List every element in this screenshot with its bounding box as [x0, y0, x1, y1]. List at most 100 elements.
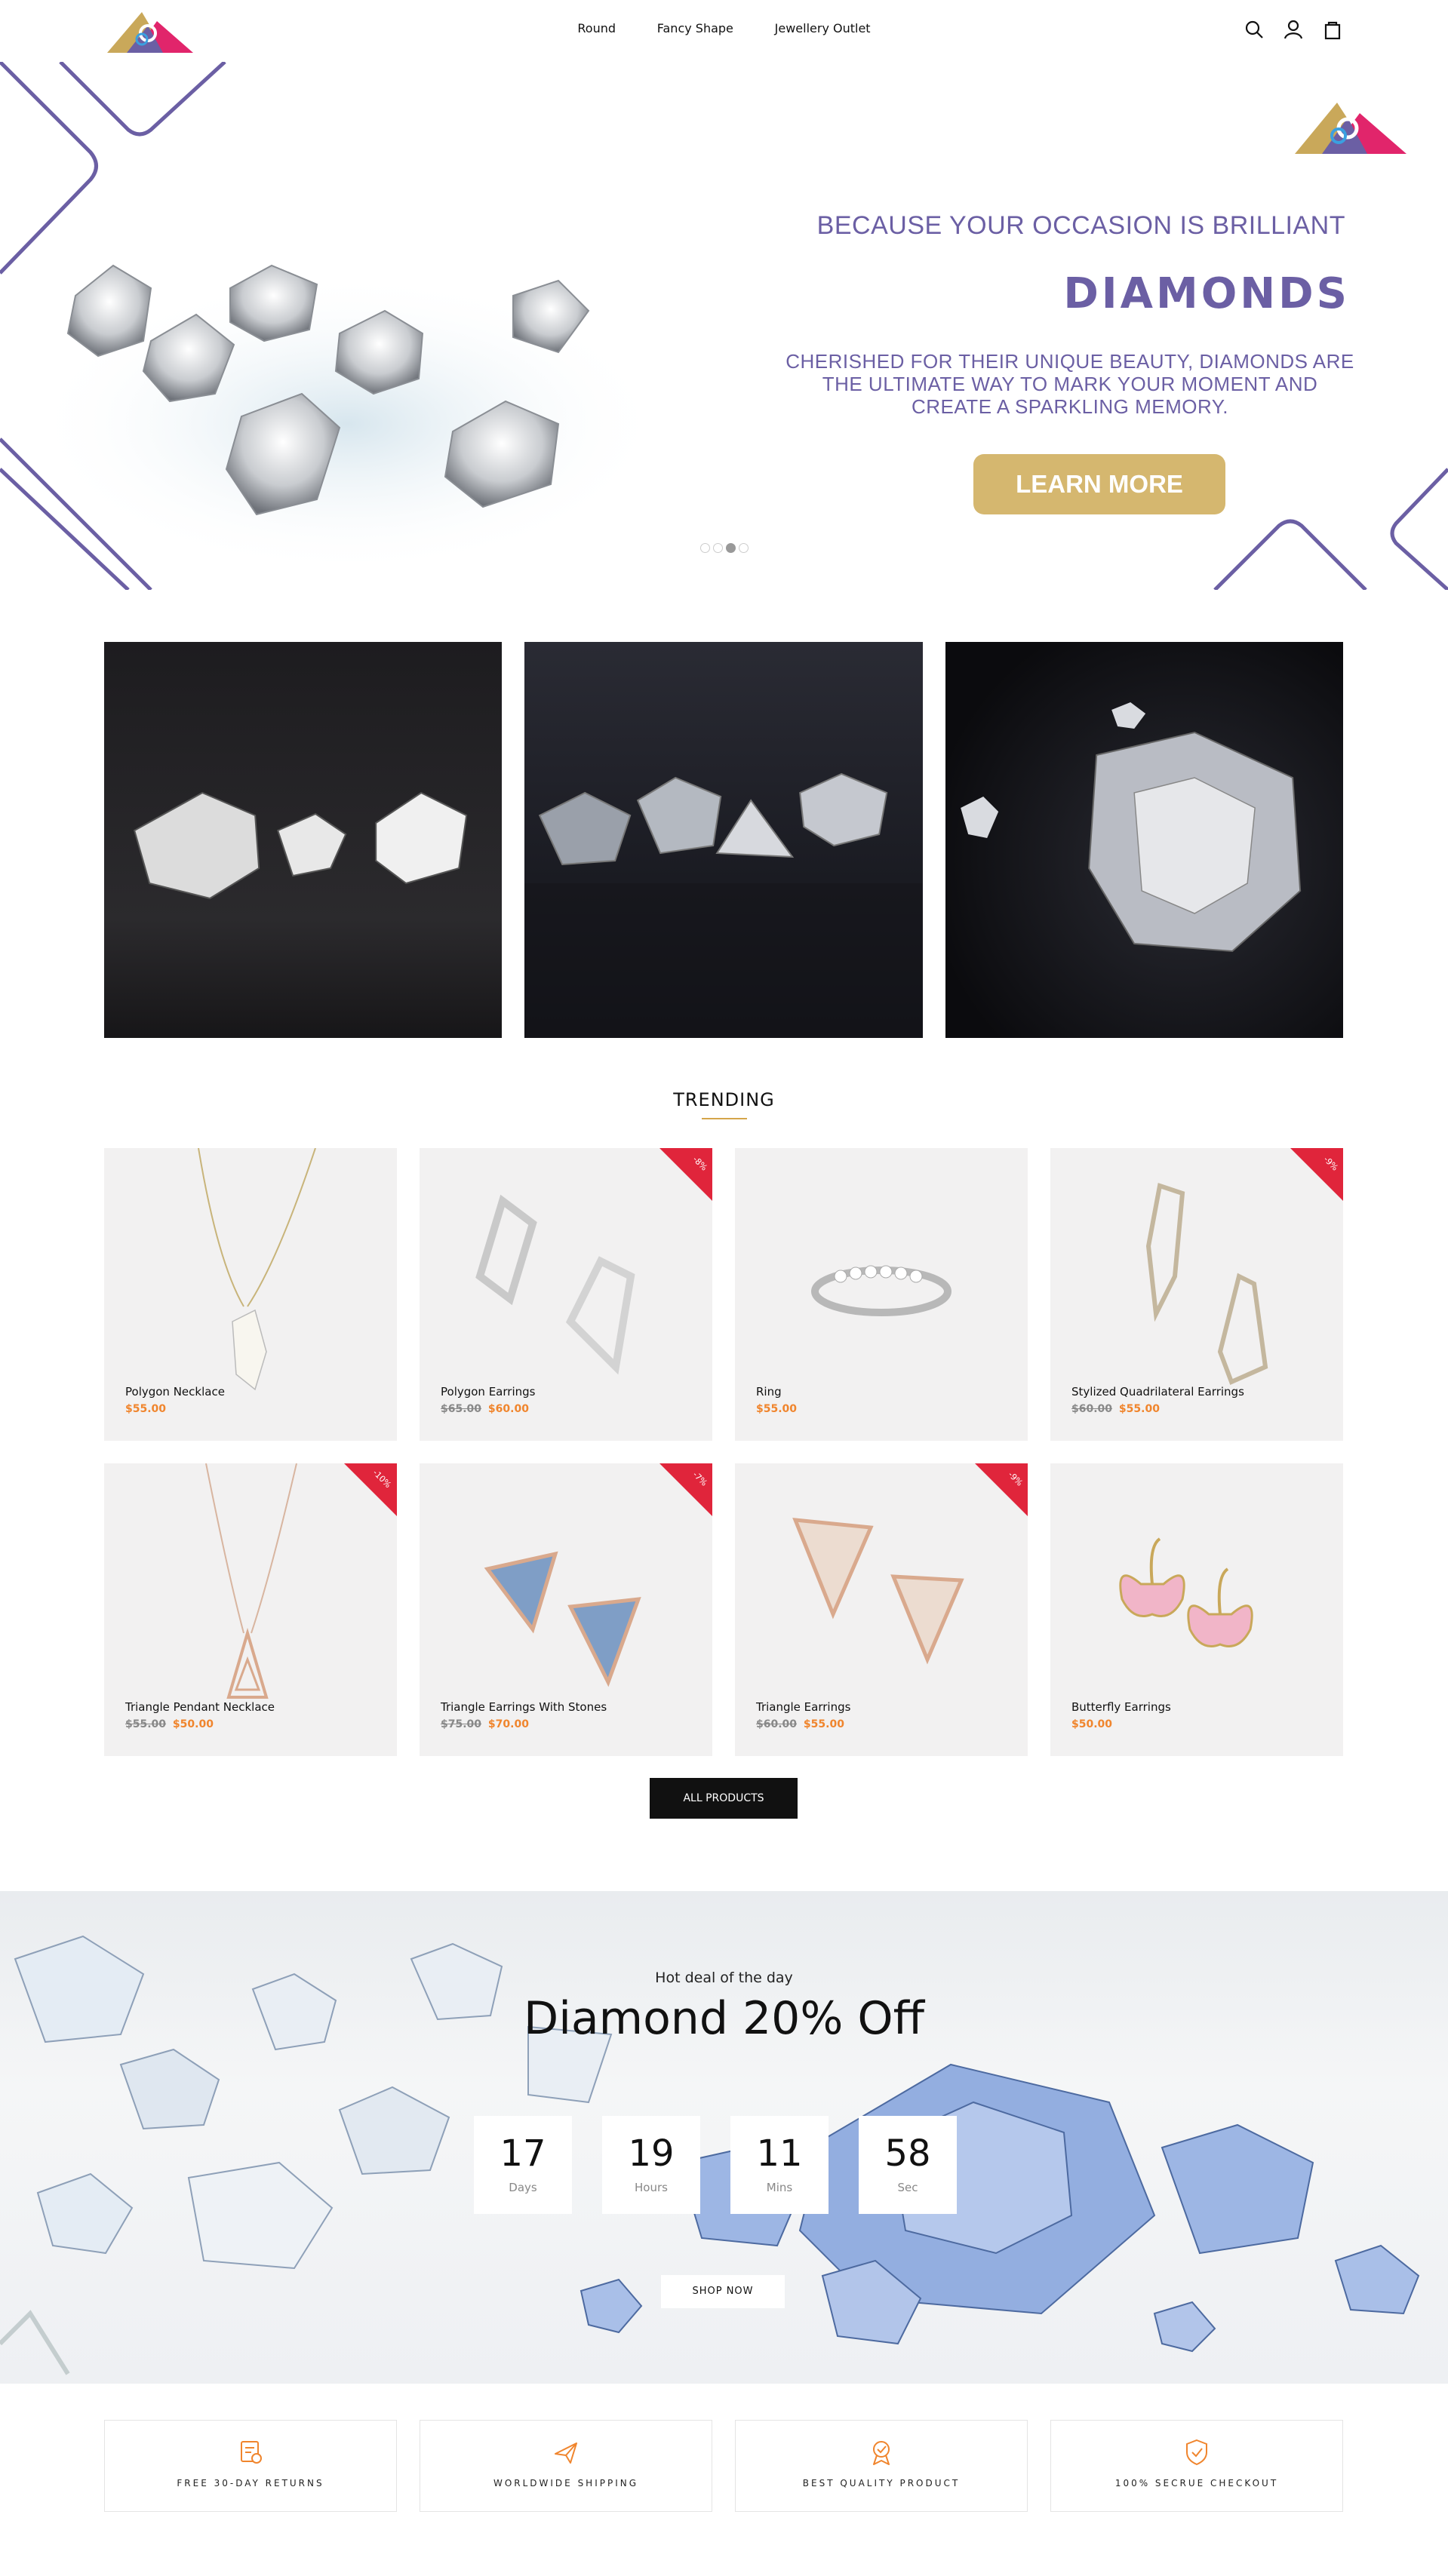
product-card[interactable]: -9% Stylized Quadrilateral Earrings $60.…	[1050, 1148, 1343, 1441]
product-name[interactable]: Triangle Earrings	[756, 1700, 850, 1714]
product-name[interactable]: Ring	[756, 1385, 782, 1399]
product-card[interactable]: -9% Triangle Earrings $60.00 $55.00	[735, 1463, 1028, 1756]
product-price: $60.00 $55.00	[1071, 1403, 1160, 1415]
deal-subtitle: Hot deal of the day	[655, 1970, 793, 1986]
nav-item-fancy-shape[interactable]: Fancy Shape	[657, 21, 733, 35]
product-price: $75.00 $70.00	[441, 1718, 529, 1730]
product-price: $65.00 $60.00	[441, 1403, 529, 1415]
price-old: $75.00	[441, 1718, 482, 1730]
countdown-label: Hours	[635, 2181, 668, 2194]
product-price: $55.00	[756, 1403, 797, 1415]
slider-dot[interactable]	[700, 543, 710, 553]
product-name[interactable]: Polygon Necklace	[125, 1385, 225, 1399]
slider-dot-active[interactable]	[726, 543, 736, 553]
deal-title: Diamond 20% Off	[524, 1992, 924, 2045]
product-price: $55.00	[125, 1403, 166, 1415]
product-card[interactable]: Polygon Necklace $55.00	[104, 1148, 397, 1441]
countdown-label: Sec	[897, 2181, 918, 2194]
site-header: Round Fancy Shape Jewellery Outlet	[0, 0, 1448, 62]
feature-returns: FREE 30-DAY RETURNS	[104, 2420, 397, 2512]
price-old: $55.00	[125, 1718, 167, 1730]
sale-badge: -8%	[659, 1148, 712, 1201]
price-current: $50.00	[1071, 1718, 1113, 1730]
price-current: $60.00	[487, 1403, 529, 1415]
slider-dot[interactable]	[713, 543, 723, 553]
trending-title: TRENDING	[673, 1089, 775, 1110]
product-grid: Polygon Necklace $55.00 -8% Polygon Earr…	[104, 1148, 1343, 1756]
award-icon	[873, 2441, 890, 2465]
shield-icon	[1186, 2439, 1207, 2466]
hero-title: DIAMONDS	[1063, 269, 1350, 318]
product-name[interactable]: Polygon Earrings	[441, 1385, 535, 1399]
promo-banners	[104, 642, 1343, 1038]
feature-label: FREE 30-DAY RETURNS	[177, 2478, 324, 2488]
main-nav: Round Fancy Shape Jewellery Outlet	[0, 21, 1448, 36]
price-current: $55.00	[125, 1403, 167, 1415]
feature-checkout: 100% SECRUE CHECKOUT	[1050, 2420, 1343, 2512]
banner-diamonds-3[interactable]	[945, 642, 1343, 1038]
countdown-value: 19	[628, 2132, 675, 2175]
slider-dots	[700, 543, 749, 553]
product-price: $50.00	[1071, 1718, 1112, 1730]
countdown-value: 58	[884, 2132, 931, 2175]
bag-icon[interactable]	[1321, 18, 1344, 41]
price-current: $50.00	[172, 1718, 214, 1730]
header-actions	[1243, 18, 1344, 41]
sale-badge: -10%	[344, 1463, 397, 1516]
feature-label: 100% SECRUE CHECKOUT	[1114, 2478, 1279, 2488]
hero-subtitle: BECAUSE YOUR OCCASION IS BRILLIANT	[816, 211, 1345, 240]
sale-badge: -7%	[659, 1463, 712, 1516]
countdown-days: 17 Days	[474, 2116, 572, 2214]
countdown-sec: 58 Sec	[859, 2116, 957, 2214]
sale-badge: -9%	[975, 1463, 1028, 1516]
product-price: $60.00 $55.00	[756, 1718, 844, 1730]
banner-diamonds-2[interactable]	[524, 642, 923, 1038]
sale-badge: -9%	[1290, 1148, 1343, 1201]
all-products-button[interactable]: ALL PRODUCTS	[650, 1778, 798, 1819]
hero-diamonds-image	[30, 264, 664, 575]
product-card[interactable]: -7% Triangle Earrings With Stones $75.00…	[420, 1463, 712, 1756]
slider-dot[interactable]	[739, 543, 749, 553]
nav-item-round[interactable]: Round	[577, 21, 616, 35]
countdown-hours: 19 Hours	[602, 2116, 700, 2214]
product-card[interactable]: -8% Polygon Earrings $65.00 $60.00	[420, 1148, 712, 1441]
price-old: $65.00	[441, 1403, 482, 1415]
product-price: $55.00 $50.00	[125, 1718, 214, 1730]
countdown-label: Days	[509, 2181, 537, 2194]
learn-more-button[interactable]: LEARN MORE	[973, 454, 1225, 514]
returns-icon	[241, 2441, 262, 2464]
shop-now-button[interactable]: SHOP NOW	[661, 2275, 785, 2308]
countdown-value: 11	[756, 2132, 803, 2175]
price-current: $70.00	[487, 1718, 529, 1730]
nav-item-jewellery-outlet[interactable]: Jewellery Outlet	[775, 21, 871, 35]
feature-quality: BEST QUALITY PRODUCT	[735, 2420, 1028, 2512]
banner-diamonds-1[interactable]	[104, 642, 503, 1038]
price-old: $60.00	[756, 1718, 798, 1730]
product-name[interactable]: Stylized Quadrilateral Earrings	[1071, 1385, 1244, 1399]
plane-icon	[555, 2442, 577, 2464]
product-card[interactable]: Ring $55.00	[735, 1148, 1028, 1441]
price-current: $55.00	[803, 1718, 844, 1730]
price-current: $55.00	[1118, 1403, 1160, 1415]
product-name[interactable]: Butterfly Earrings	[1071, 1700, 1171, 1714]
feature-bar: FREE 30-DAY RETURNS WORLDWIDE SHIPPING B…	[104, 2420, 1343, 2512]
feature-label: BEST QUALITY PRODUCT	[802, 2478, 961, 2488]
user-icon[interactable]	[1282, 18, 1305, 41]
product-card[interactable]: Butterfly Earrings $50.00	[1050, 1463, 1343, 1756]
hero-description: CHERISHED FOR THEIR UNIQUE BEAUTY, DIAMO…	[785, 350, 1354, 418]
feature-shipping: WORLDWIDE SHIPPING	[420, 2420, 712, 2512]
search-icon[interactable]	[1243, 18, 1265, 41]
hero-slider: BECAUSE YOUR OCCASION IS BRILLIANT DIAMO…	[0, 62, 1448, 590]
feature-label: WORLDWIDE SHIPPING	[493, 2478, 639, 2488]
countdown-timer: 17 Days 19 Hours 11 Mins 58 Sec	[474, 2116, 957, 2214]
product-card[interactable]: -10% Triangle Pendant Necklace $55.00 $5…	[104, 1463, 397, 1756]
price-old: $60.00	[1071, 1403, 1113, 1415]
hot-deal-section: Hot deal of the day Diamond 20% Off 17 D…	[0, 1891, 1448, 2384]
title-underline	[702, 1118, 747, 1119]
countdown-label: Mins	[766, 2181, 793, 2194]
product-name[interactable]: Triangle Earrings With Stones	[441, 1700, 607, 1714]
hero-brand-logo	[1295, 103, 1406, 154]
product-name[interactable]: Triangle Pendant Necklace	[125, 1700, 275, 1714]
countdown-value: 17	[500, 2132, 546, 2175]
countdown-mins: 11 Mins	[730, 2116, 829, 2214]
